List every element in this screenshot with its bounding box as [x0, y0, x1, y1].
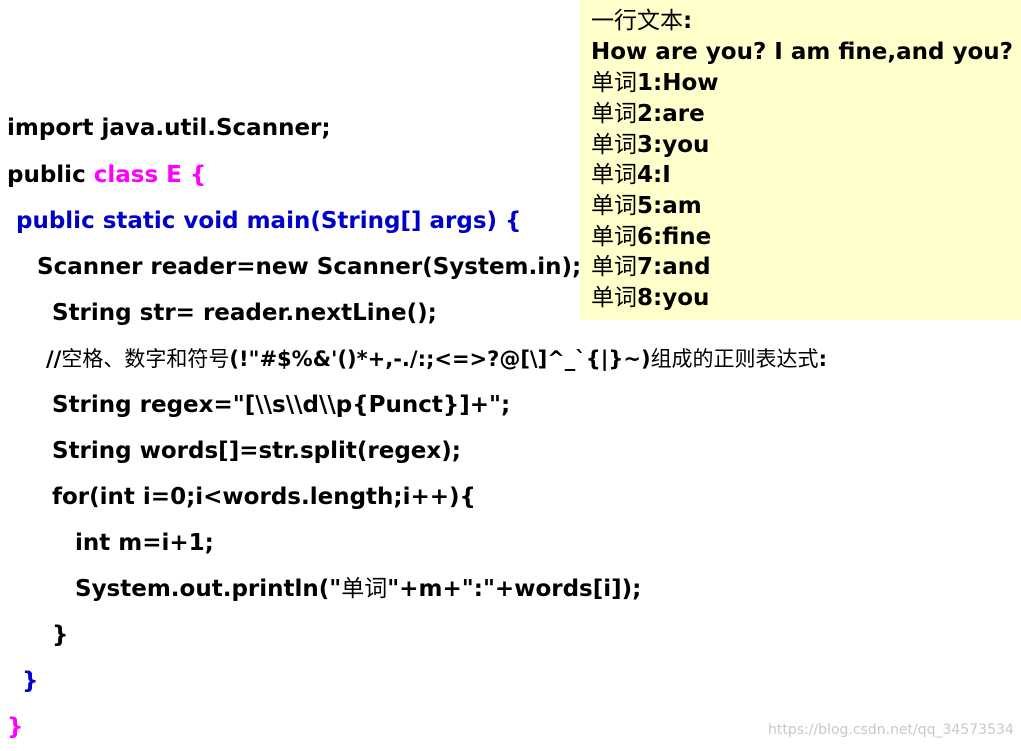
watermark-text: https://blog.csdn.net/qq_34573534	[768, 722, 1014, 738]
output-word-8: 单词8:you	[591, 285, 710, 311]
output-word-4: 单词4:I	[591, 162, 671, 188]
output-header: 一行文本:	[591, 8, 693, 34]
code-line-for: for(int i=0;i<words.length;i++){	[52, 484, 476, 510]
output-word-7: 单词7:and	[591, 254, 711, 280]
output-word-5: 单词5:am	[591, 193, 702, 219]
code-line-split: String words[]=str.split(regex);	[52, 438, 461, 464]
output-word-1: 单词1:How	[591, 70, 719, 96]
code-line-comment: //空格、数字和符号(!"#$%&'()*+,-./:;<=>?@[\]^_`{…	[46, 347, 827, 371]
code-line-class: public class E {	[7, 162, 207, 188]
code-line-close-for: }	[52, 622, 69, 648]
code-line-import: import java.util.Scanner;	[7, 115, 331, 141]
code-line-println: System.out.println("单词"+m+":"+words[i]);	[75, 576, 642, 602]
code-line-close-class: }	[7, 714, 24, 740]
code-line-scanner: Scanner reader=new Scanner(System.in);	[37, 254, 582, 280]
output-word-6: 单词6:fine	[591, 224, 712, 250]
code-line-regex: String regex="[\\s\\d\\p{Punct}]+";	[52, 392, 511, 418]
code-line-int-m: int m=i+1;	[75, 530, 214, 556]
output-input-line: How are you? I am fine,and you?	[591, 39, 1013, 65]
output-word-2: 单词2:are	[591, 101, 705, 127]
code-line-main: public static void main(String[] args) {	[16, 208, 522, 234]
code-line-str: String str= reader.nextLine();	[52, 300, 437, 326]
code-line-close-main: }	[22, 668, 39, 694]
output-word-3: 单词3:you	[591, 132, 710, 158]
